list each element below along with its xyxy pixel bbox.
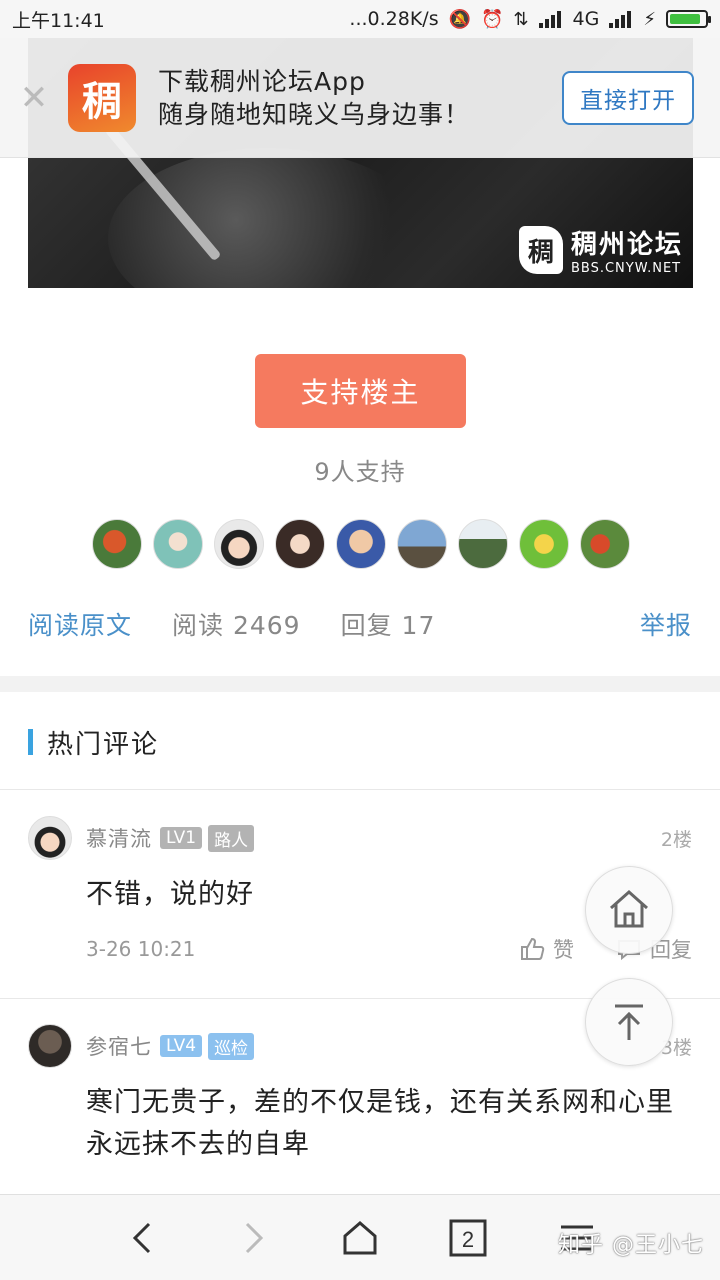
avatar[interactable] <box>153 519 203 569</box>
like-button[interactable]: 赞 <box>519 934 574 964</box>
network-speed: ...0.28K/s <box>349 8 439 30</box>
level-badge: LV1 <box>160 827 203 849</box>
supporter-avatars <box>92 519 630 569</box>
arrow-up-icon <box>615 1004 643 1040</box>
comment-time: 3-26 10:21 <box>86 937 196 961</box>
comment-author[interactable]: 参宿七 <box>86 1031 152 1061</box>
app-promo-line2: 随身随地知晓义乌身边事！ <box>158 99 471 129</box>
avatar[interactable] <box>275 519 325 569</box>
back-to-top-button[interactable] <box>585 978 673 1066</box>
network-type: 4G <box>572 8 600 30</box>
thumbs-up-icon <box>521 937 545 960</box>
bottom-nav: 2 知乎 @王小七 <box>0 1194 720 1280</box>
post-stats: 阅读原文 阅读 2469 回复 17 举报 <box>28 606 692 642</box>
level-badge: LV4 <box>160 1035 203 1057</box>
like-label: 赞 <box>553 938 574 962</box>
status-icons: ...0.28K/s 🔕 ⏰ ⇅ 4G ⚡ <box>349 8 711 30</box>
role-badge: 巡检 <box>208 1032 255 1060</box>
tabs-icon: 2 <box>449 1219 487 1257</box>
signal-icon <box>538 11 561 28</box>
forum-logo: 稠 稠州论坛 BBS.CNYW.NET <box>518 224 683 276</box>
avatar[interactable] <box>397 519 447 569</box>
forum-logo-icon: 稠 <box>518 226 563 274</box>
support-author-button[interactable]: 支持楼主 <box>255 354 466 428</box>
avatar[interactable] <box>214 519 264 569</box>
comment-content: 寒门无贵子，差的不仅是钱，还有关系网和心里永远抹不去的自卑 <box>86 1087 674 1160</box>
avatar[interactable] <box>28 816 72 860</box>
back-button[interactable] <box>103 1195 183 1280</box>
reply-count: 回复 17 <box>340 611 436 640</box>
avatar[interactable] <box>28 1024 72 1068</box>
status-time: 上午11:41 <box>12 9 105 32</box>
mute-icon: 🔕 <box>448 8 472 30</box>
charging-icon: ⚡ <box>643 8 656 30</box>
signal-icon <box>609 11 632 28</box>
home-icon <box>610 889 648 928</box>
forward-button[interactable] <box>213 1195 293 1280</box>
data-transfer-icon: ⇅ <box>513 8 529 30</box>
role-badge: 路人 <box>208 824 255 852</box>
hot-comments-header: 热门评论 <box>28 722 159 762</box>
home-button[interactable] <box>585 866 673 954</box>
alarm-icon: ⏰ <box>481 8 504 30</box>
avatar[interactable] <box>580 519 630 569</box>
forum-logo-title: 稠州论坛 <box>570 230 683 260</box>
read-original-link[interactable]: 阅读原文 <box>28 606 132 642</box>
hot-comments-title: 热门评论 <box>47 729 160 760</box>
read-count: 阅读 2469 <box>172 611 301 640</box>
report-link[interactable]: 举报 <box>640 606 692 642</box>
floor-number: 2楼 <box>660 828 692 851</box>
comment-author[interactable]: 慕清流 <box>86 823 152 853</box>
section-divider <box>0 676 720 692</box>
home-nav-button[interactable] <box>320 1195 400 1280</box>
divider <box>0 789 720 790</box>
tabs-button[interactable]: 2 <box>428 1195 508 1280</box>
support-count: 9人支持 <box>314 458 406 486</box>
app-promo-text: 下载稠州论坛App 随身随地知晓义乌身边事！ <box>158 65 562 131</box>
battery-level <box>670 14 701 24</box>
avatar[interactable] <box>336 519 386 569</box>
app-download-banner: ✕ 稠 下载稠州论坛App 随身随地知晓义乌身边事！ 直接打开 <box>0 38 720 158</box>
battery-icon <box>666 10 711 28</box>
status-bar: 上午11:41 ...0.28K/s 🔕 ⏰ ⇅ 4G ⚡ <box>0 0 720 38</box>
avatar[interactable] <box>92 519 142 569</box>
chevron-left-icon <box>132 1222 151 1254</box>
chevron-right-icon <box>245 1222 264 1254</box>
avatar[interactable] <box>458 519 508 569</box>
open-app-button[interactable]: 直接打开 <box>562 70 694 125</box>
close-icon[interactable]: ✕ <box>0 78 68 118</box>
home-icon <box>343 1221 377 1255</box>
watermark: 知乎 @王小七 <box>558 1233 704 1258</box>
tab-count: 2 <box>462 1227 474 1252</box>
app-promo-line1: 下载稠州论坛App <box>158 66 366 96</box>
avatar[interactable] <box>519 519 569 569</box>
section-accent-bar <box>28 729 33 755</box>
app-icon[interactable]: 稠 <box>68 63 136 132</box>
forum-logo-url: BBS.CNYW.NET <box>570 261 682 276</box>
